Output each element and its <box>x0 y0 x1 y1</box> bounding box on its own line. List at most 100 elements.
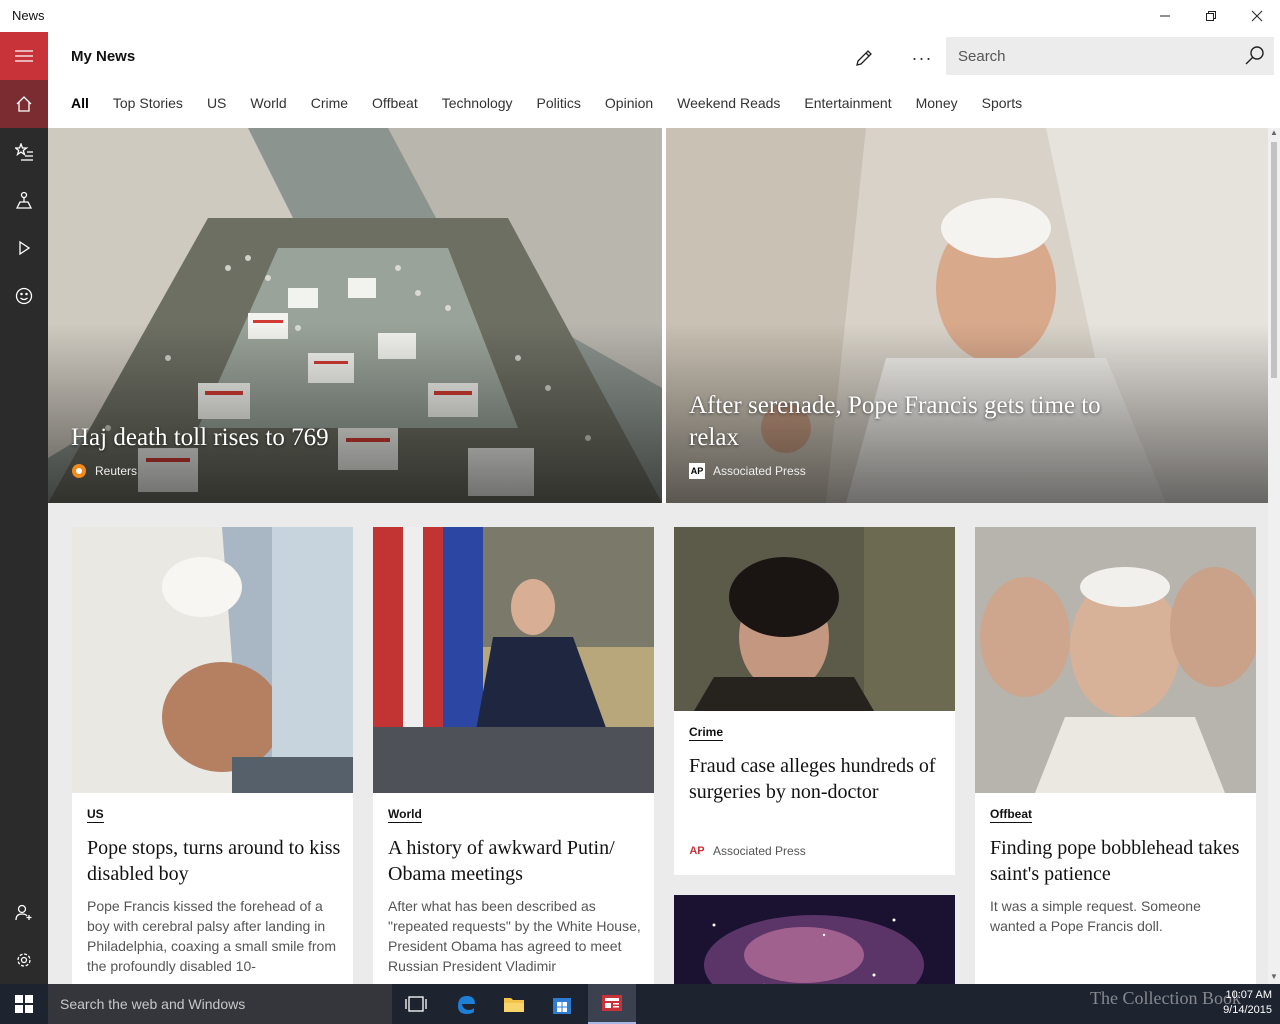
story-card[interactable]: Offbeat Finding pope bobblehead takes sa… <box>975 527 1256 984</box>
close-button[interactable] <box>1234 0 1280 32</box>
ap-logo-icon: AP <box>689 463 705 479</box>
page-title: My News <box>71 48 136 65</box>
nav-account-button[interactable] <box>0 888 48 936</box>
tab-offbeat[interactable]: Offbeat <box>372 95 418 111</box>
hero-story-haj[interactable]: Haj death toll rises to 769 Reuters <box>48 128 662 503</box>
ap-logo-icon: AP <box>689 845 705 857</box>
story-grid: US Pope stops, turns around to kiss disa… <box>48 503 1268 984</box>
play-icon <box>19 240 31 256</box>
tab-entertainment[interactable]: Entertainment <box>804 95 891 111</box>
taskbar: Search the web and Windows The Collectio… <box>0 984 1280 1024</box>
story-card[interactable]: World A history of awkward Putin/ Obama … <box>373 527 654 984</box>
hero-title: Haj death toll rises to 769 <box>71 424 329 451</box>
nav-interests-button[interactable] <box>0 128 48 176</box>
search-input[interactable] <box>946 37 1236 75</box>
start-button[interactable] <box>0 984 48 1024</box>
story-image <box>674 895 955 984</box>
hero-source-name: Associated Press <box>713 464 806 478</box>
story-title: Pope stops, turns around to kiss disable… <box>87 837 341 885</box>
story-source: AP Associated Press <box>689 843 806 859</box>
story-category[interactable]: Offbeat <box>990 807 1032 823</box>
category-tabs: All Top Stories US World Crime Offbeat T… <box>71 95 1046 111</box>
store-icon <box>553 998 571 1014</box>
story-category[interactable]: US <box>87 807 104 823</box>
pencil-icon <box>856 50 872 66</box>
watermark-text: The Collection Book <box>1090 988 1241 1008</box>
tab-us[interactable]: US <box>207 95 226 111</box>
taskbar-file-explorer[interactable] <box>490 984 538 1024</box>
hero-source-name: Reuters <box>95 464 138 478</box>
nav-settings-button[interactable] <box>0 936 48 984</box>
story-category[interactable]: World <box>388 807 422 823</box>
tab-world[interactable]: World <box>250 95 286 111</box>
tab-top-stories[interactable]: Top Stories <box>113 95 183 111</box>
smiley-icon <box>15 287 33 305</box>
vertical-scrollbar[interactable]: ▲ ▼ <box>1268 128 1280 984</box>
nav-rail <box>0 32 48 984</box>
star-list-icon <box>15 143 33 161</box>
story-title: Fraud case alleges hundreds of surgeries… <box>689 755 936 803</box>
reuters-logo-icon <box>71 463 87 479</box>
search-submit-button[interactable] <box>1244 45 1266 67</box>
gear-icon <box>17 953 31 967</box>
story-card[interactable] <box>674 895 955 984</box>
story-title: Finding pope bobblehead takes saint's pa… <box>990 837 1240 885</box>
story-snippet: It was a simple request. Someone wanted … <box>990 898 1201 934</box>
story-snippet: After what has been described as "repeat… <box>388 898 641 974</box>
local-icon <box>15 191 33 209</box>
folder-icon <box>504 998 524 1012</box>
story-category[interactable]: Crime <box>689 725 724 741</box>
tab-opinion[interactable]: Opinion <box>605 95 653 111</box>
system-clock[interactable]: 10:07 AM 9/14/2015 <box>1223 988 1272 1018</box>
hamburger-icon <box>15 50 33 62</box>
edit-button[interactable] <box>844 42 884 74</box>
taskbar-store[interactable] <box>538 984 586 1024</box>
search-box[interactable] <box>946 37 1274 75</box>
task-view-button[interactable] <box>392 984 440 1024</box>
tab-technology[interactable]: Technology <box>442 95 513 111</box>
nav-local-button[interactable] <box>0 176 48 224</box>
story-image <box>72 527 353 793</box>
hero-title: After serenade, Pope Francis gets time t… <box>689 392 1101 451</box>
hero-story-pope[interactable]: After serenade, Pope Francis gets time t… <box>666 128 1268 503</box>
tab-money[interactable]: Money <box>916 95 958 111</box>
edge-icon <box>458 996 475 1014</box>
scroll-down-icon[interactable]: ▼ <box>1270 972 1278 981</box>
app-title: News <box>12 8 45 23</box>
task-view-icon <box>405 996 427 1012</box>
taskbar-search[interactable]: Search the web and Windows <box>48 984 392 1024</box>
news-app-icon <box>602 995 622 1011</box>
restore-button[interactable] <box>1188 0 1234 32</box>
tab-crime[interactable]: Crime <box>311 95 348 111</box>
hamburger-menu-button[interactable] <box>0 32 48 80</box>
tab-all[interactable]: All <box>71 95 89 111</box>
scroll-thumb[interactable] <box>1271 142 1277 378</box>
tab-weekend-reads[interactable]: Weekend Reads <box>677 95 780 111</box>
app-header: My News ··· All Top Stories US World Cri… <box>48 32 1280 128</box>
minimize-button[interactable] <box>1142 0 1188 32</box>
hero-source: AP Associated Press <box>689 463 806 479</box>
story-source-name: Associated Press <box>713 844 806 858</box>
windows-logo-icon <box>15 995 33 1013</box>
taskbar-edge[interactable] <box>442 984 490 1024</box>
story-snippet: Pope Francis kissed the forehead of a bo… <box>87 898 336 974</box>
add-user-icon <box>15 904 32 921</box>
hero-source: Reuters <box>71 463 137 479</box>
story-card[interactable]: Crime Fraud case alleges hundreds of sur… <box>674 527 955 875</box>
taskbar-news[interactable] <box>588 984 636 1024</box>
story-title: A history of awkward Putin/ Obama meetin… <box>388 837 615 885</box>
nav-video-button[interactable] <box>0 224 48 272</box>
tab-politics[interactable]: Politics <box>537 95 581 111</box>
tab-sports[interactable]: Sports <box>982 95 1022 111</box>
title-bar: News <box>0 0 1280 32</box>
nav-feedback-button[interactable] <box>0 272 48 320</box>
story-card[interactable]: US Pope stops, turns around to kiss disa… <box>72 527 353 984</box>
home-icon <box>16 96 32 112</box>
story-image <box>373 527 654 793</box>
story-image <box>975 527 1256 793</box>
more-options-button[interactable]: ··· <box>902 42 942 74</box>
nav-home-button[interactable] <box>0 80 48 128</box>
clock-time: 10:07 AM <box>1225 989 1272 1001</box>
story-image <box>674 527 955 711</box>
scroll-up-icon[interactable]: ▲ <box>1270 128 1278 137</box>
